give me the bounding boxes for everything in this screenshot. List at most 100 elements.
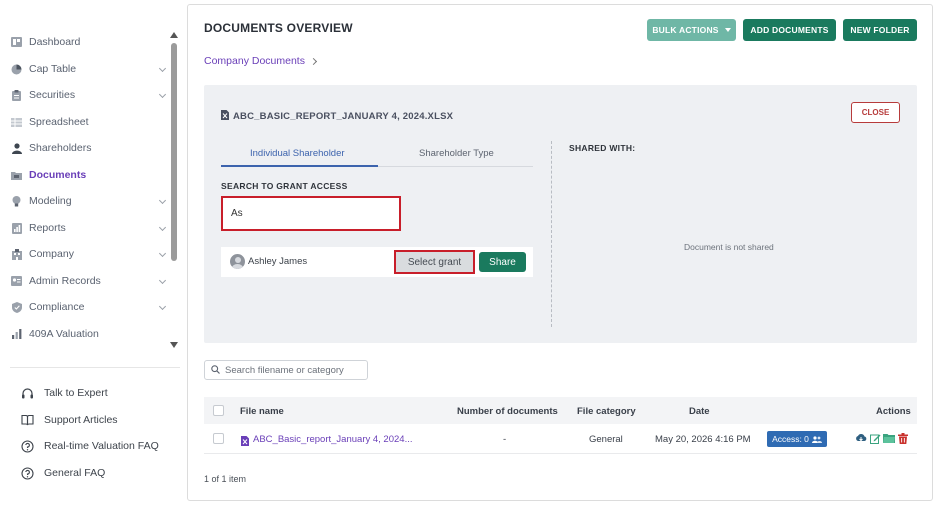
sidebar: Dashboard Cap Table Securities Spreadshe… — [0, 0, 183, 505]
grant-access-label: SEARCH TO GRANT ACCESS — [221, 181, 348, 191]
sidebar-item-reports[interactable]: Reports — [0, 216, 170, 240]
sidebar-item-label: Modeling — [29, 195, 72, 207]
sidebar-divider — [10, 367, 180, 368]
excel-file-icon — [221, 107, 229, 125]
help-label: Real-time Valuation FAQ — [44, 440, 159, 452]
sidebar-item-label: Shareholders — [29, 142, 92, 154]
page-title: DOCUMENTS OVERVIEW — [204, 21, 353, 35]
file-name-link[interactable]: ABC_Basic_report_January 4, 2024... — [253, 434, 412, 445]
shared-file-name: ABC_BASIC_REPORT_JANUARY 4, 2024.XLSX — [233, 110, 454, 122]
clipboard-icon — [11, 89, 22, 101]
number-of-documents: - — [503, 434, 507, 445]
sidebar-item-spreadsheet[interactable]: Spreadsheet — [0, 110, 170, 134]
delete-icon[interactable] — [897, 432, 909, 444]
shared-with-title: SHARED WITH: — [569, 143, 636, 153]
help-valuation-faq[interactable]: Real-time Valuation FAQ — [20, 436, 159, 456]
edit-icon[interactable] — [869, 432, 881, 444]
question-icon — [20, 466, 34, 480]
table-row: ABC_Basic_report_January 4, 2024... - Ge… — [204, 424, 917, 454]
help-support-articles[interactable]: Support Articles — [20, 410, 118, 430]
help-talk-to-expert[interactable]: Talk to Expert — [20, 383, 108, 403]
sidebar-item-cap-table[interactable]: Cap Table — [0, 57, 170, 81]
table-icon — [11, 117, 22, 128]
help-label: Support Articles — [44, 414, 118, 426]
documents-table-header: File name Number of documents File categ… — [204, 397, 917, 424]
avatar — [230, 254, 245, 269]
sidebar-item-label: Spreadsheet — [29, 116, 89, 128]
sidebar-item-label: 409A Valuation — [29, 328, 99, 340]
sidebar-item-label: Securities — [29, 89, 76, 101]
pagination-summary: 1 of 1 item — [204, 474, 247, 484]
bulk-actions-label: BULK ACTIONS — [652, 25, 719, 35]
document-search-input[interactable] — [225, 364, 365, 376]
chevron-down-icon — [158, 223, 167, 232]
share-button[interactable]: Share — [479, 252, 526, 272]
column-number-of-documents[interactable]: Number of documents — [457, 406, 558, 417]
scroll-down-arrow-icon[interactable] — [170, 342, 178, 348]
sidebar-item-documents[interactable]: Documents — [0, 163, 170, 187]
sidebar-item-label: Compliance — [29, 301, 85, 313]
sidebar-item-label: Documents — [29, 169, 87, 181]
headset-icon — [20, 386, 34, 400]
sidebar-item-409a-valuation[interactable]: 409A Valuation — [0, 322, 170, 346]
download-icon[interactable] — [855, 432, 867, 444]
panel-divider — [551, 141, 552, 327]
building-icon — [11, 248, 22, 260]
tab-shareholder-type[interactable]: Shareholder Type — [419, 148, 494, 159]
excel-file-icon — [241, 433, 249, 451]
sidebar-item-label: Admin Records — [29, 275, 101, 287]
move-folder-icon[interactable] — [883, 432, 895, 444]
select-all-checkbox[interactable] — [213, 405, 224, 416]
folder-icon — [11, 170, 22, 181]
sidebar-item-admin-records[interactable]: Admin Records — [0, 269, 170, 293]
grant-access-search-input[interactable] — [221, 196, 401, 231]
sidebar-item-modeling[interactable]: Modeling — [0, 189, 170, 213]
shareholder-name: Ashley James — [248, 256, 308, 267]
sidebar-item-label: Reports — [29, 222, 66, 234]
scroll-up-arrow-icon[interactable] — [170, 32, 178, 38]
chevron-down-icon — [158, 276, 167, 285]
search-result-row: Ashley James Select grant Share — [221, 247, 533, 277]
access-badge[interactable]: Access: 0 — [767, 431, 827, 447]
pie-chart-icon — [11, 64, 22, 75]
column-file-name[interactable]: File name — [240, 406, 284, 417]
file-category: General — [589, 434, 623, 445]
share-tabs: Individual Shareholder Shareholder Type — [221, 143, 533, 167]
column-file-category[interactable]: File category — [577, 406, 636, 417]
sidebar-item-label: Cap Table — [29, 63, 77, 75]
chevron-down-icon — [158, 249, 167, 258]
chevron-down-icon — [158, 90, 167, 99]
breadcrumb-company-documents[interactable]: Company Documents — [204, 55, 305, 67]
breadcrumb[interactable]: Company Documents — [204, 55, 318, 67]
chevron-down-icon — [158, 196, 167, 205]
bulk-actions-button[interactable]: BULK ACTIONS — [647, 19, 736, 41]
row-checkbox[interactable] — [213, 433, 224, 444]
sidebar-item-dashboard[interactable]: Dashboard — [0, 30, 170, 54]
sidebar-item-securities[interactable]: Securities — [0, 83, 170, 107]
dashboard-icon — [11, 37, 22, 48]
close-button[interactable]: CLOSE — [851, 102, 900, 123]
sidebar-scrollbar-thumb[interactable] — [171, 43, 177, 261]
help-label: Talk to Expert — [44, 387, 108, 399]
select-grant-dropdown[interactable]: Select grant — [394, 250, 475, 274]
caret-down-icon — [724, 28, 731, 32]
sidebar-item-company[interactable]: Company — [0, 242, 170, 266]
tab-individual-shareholder[interactable]: Individual Shareholder — [250, 148, 345, 159]
share-access-panel: ABC_BASIC_REPORT_JANUARY 4, 2024.XLSX CL… — [204, 85, 917, 343]
file-date: May 20, 2026 4:16 PM — [655, 434, 751, 445]
sidebar-item-shareholders[interactable]: Shareholders — [0, 136, 170, 160]
book-icon — [20, 413, 34, 427]
report-icon — [11, 222, 22, 234]
sidebar-item-label: Dashboard — [29, 36, 81, 48]
bulb-icon — [11, 195, 22, 207]
add-documents-button[interactable]: ADD DOCUMENTS — [743, 19, 836, 41]
new-folder-button[interactable]: NEW FOLDER — [843, 19, 917, 41]
column-actions: Actions — [876, 406, 911, 417]
chevron-down-icon — [158, 64, 167, 73]
column-date[interactable]: Date — [689, 406, 710, 417]
row-actions — [855, 432, 909, 444]
document-search[interactable] — [204, 360, 368, 380]
sidebar-item-compliance[interactable]: Compliance — [0, 295, 170, 319]
bar-chart-icon — [11, 329, 22, 340]
help-general-faq[interactable]: General FAQ — [20, 463, 105, 483]
